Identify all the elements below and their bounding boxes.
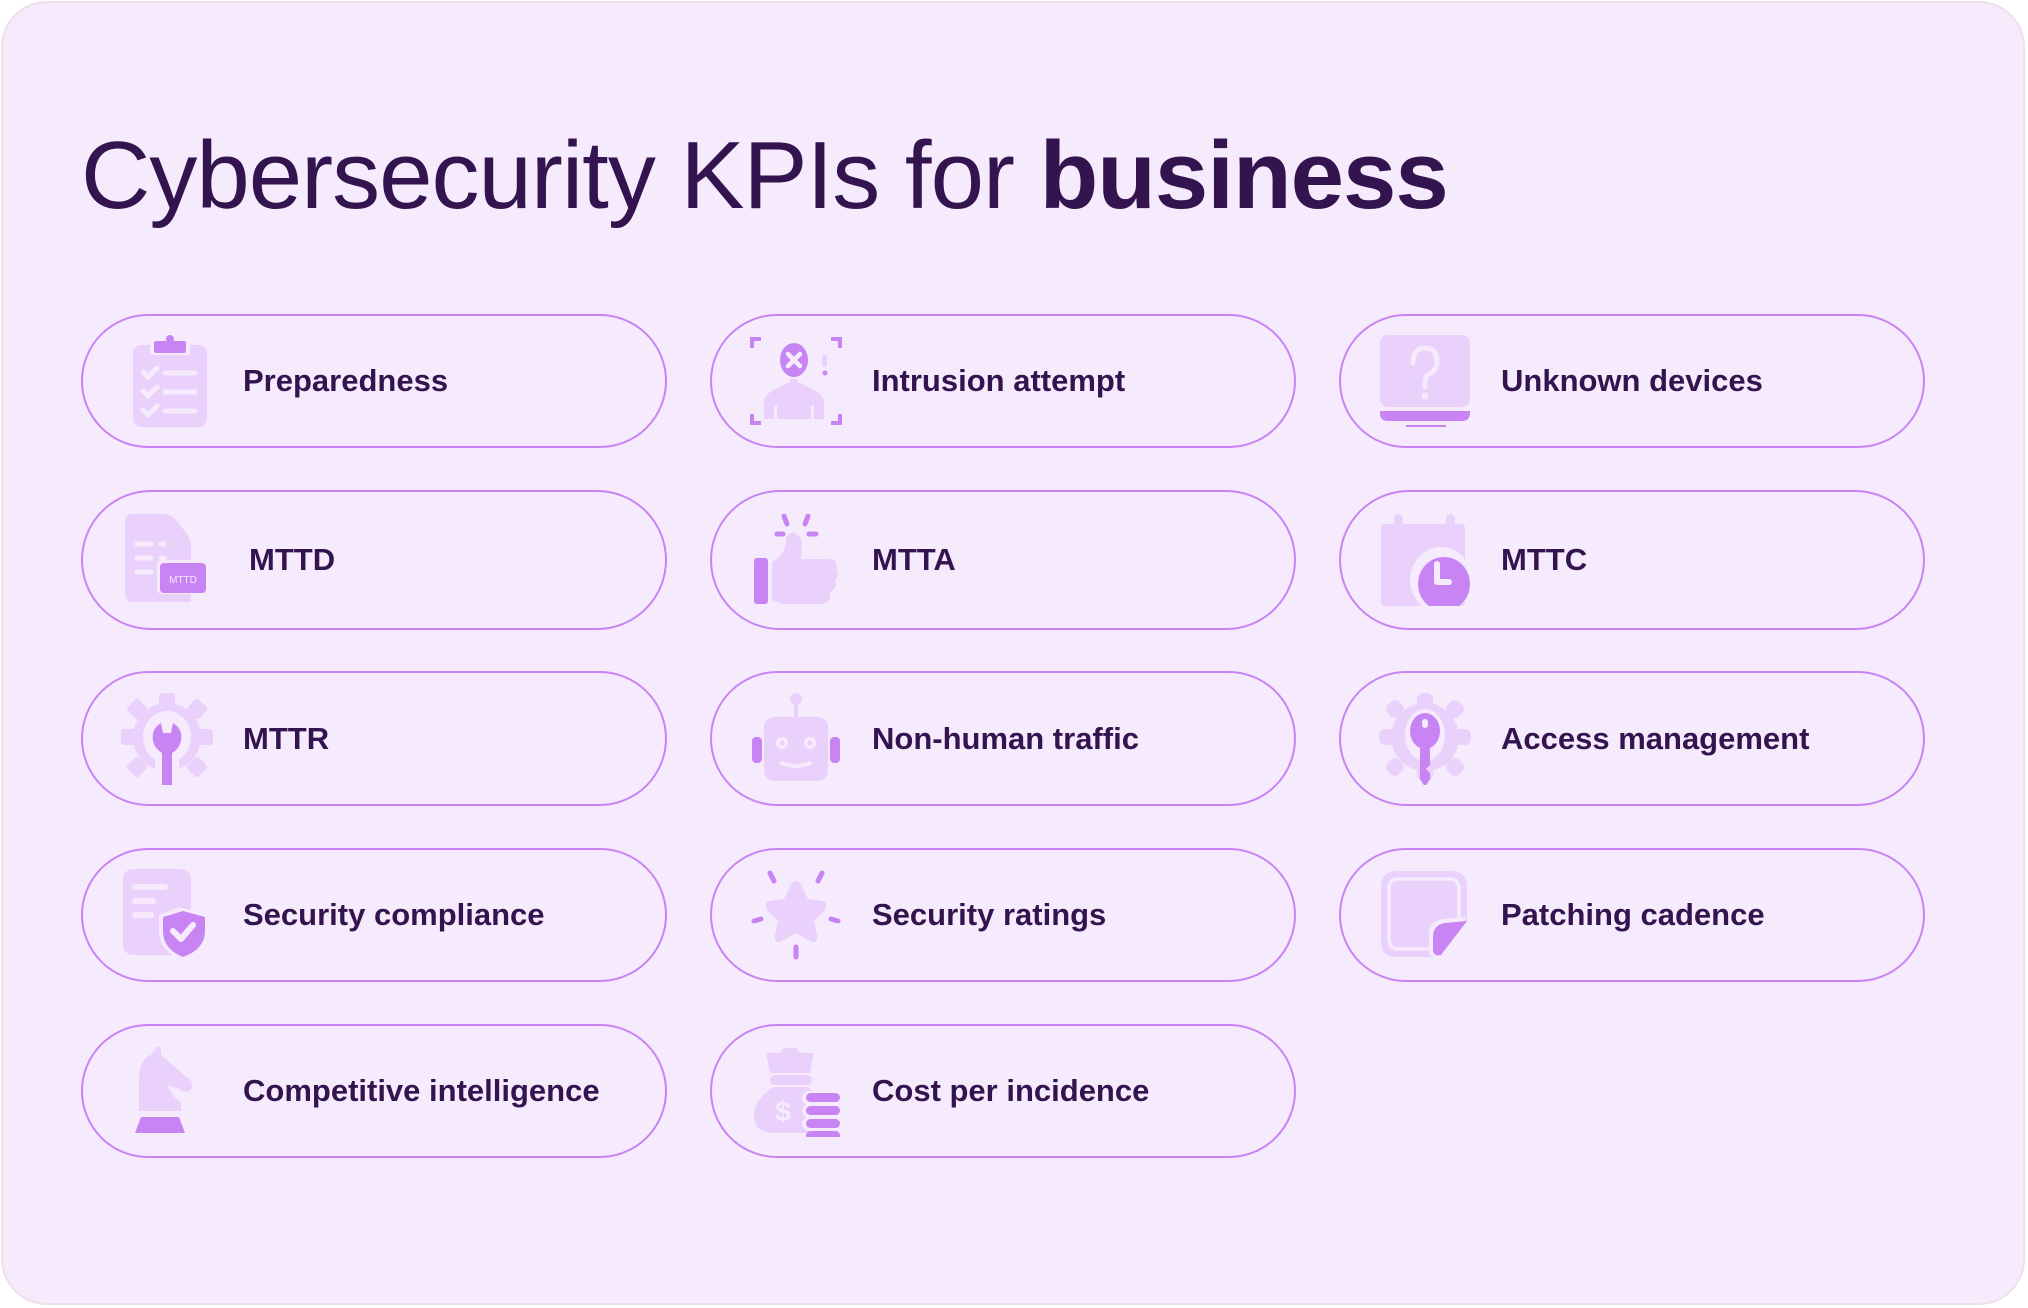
chess-knight-icon	[121, 1045, 213, 1137]
kpi-label: Unknown devices	[1501, 363, 1763, 398]
kpi-label: Security compliance	[243, 897, 545, 932]
kpi-label: Non-human traffic	[872, 720, 1139, 756]
kpi-pill-mttc[interactable]: MTTC	[1339, 490, 1925, 630]
kpi-pill-unknown-devices[interactable]: Unknown devices	[1339, 314, 1925, 448]
monitor-question-icon	[1379, 335, 1471, 427]
page-title: Cybersecurity KPIs for business	[81, 121, 1449, 231]
kpi-pill-preparedness[interactable]: Preparedness	[81, 314, 667, 448]
kpi-label: Competitive intelligence	[243, 1073, 600, 1108]
intruder-face-scan-icon	[750, 335, 842, 427]
calendar-clock-icon	[1379, 514, 1471, 606]
kpi-pill-intrusion-attempt[interactable]: Intrusion attempt	[710, 314, 1296, 448]
kpi-pill-mttd[interactable]: MTTD MTTD	[81, 490, 667, 630]
gear-key-icon	[1379, 692, 1471, 785]
kpi-label: Preparedness	[243, 363, 449, 398]
star-sparkle-icon	[750, 869, 842, 961]
kpi-pill-competitive-intelligence[interactable]: Competitive intelligence	[81, 1024, 667, 1158]
kpi-pill-mttr[interactable]: MTTR	[81, 671, 667, 806]
thumbs-up-icon	[750, 514, 842, 606]
kpi-label: Security ratings	[872, 897, 1107, 932]
kpi-label: Patching cadence	[1501, 897, 1765, 932]
title-bold: business	[1039, 122, 1449, 229]
kpi-pill-security-ratings[interactable]: Security ratings	[710, 848, 1296, 982]
kpi-pill-mtta[interactable]: MTTA	[710, 490, 1296, 630]
document-shield-icon	[121, 869, 213, 961]
kpi-label: MTTC	[1501, 542, 1588, 577]
kpi-pill-patching-cadence[interactable]: Patching cadence	[1339, 848, 1925, 982]
kpi-pill-cost-per-incidence[interactable]: $ Cost per incidence	[710, 1024, 1296, 1158]
kpi-label: Cost per incidence	[872, 1073, 1150, 1108]
kpi-label: Access management	[1501, 720, 1810, 756]
svg-text:$: $	[775, 1096, 791, 1127]
kpi-label: Intrusion attempt	[872, 363, 1126, 398]
kpi-card: Cybersecurity KPIs for business Prepared…	[1, 1, 2025, 1305]
sticky-note-icon	[1379, 869, 1471, 961]
robot-icon	[750, 692, 842, 785]
gear-wrench-icon	[121, 692, 213, 785]
kpi-pill-non-human-traffic[interactable]: Non-human traffic	[710, 671, 1296, 806]
title-regular: Cybersecurity KPIs for	[81, 122, 1040, 229]
money-bag-coins-icon: $	[750, 1045, 842, 1137]
kpi-pill-security-compliance[interactable]: Security compliance	[81, 848, 667, 982]
kpi-label: MTTD	[249, 542, 336, 577]
kpi-label: MTTR	[243, 720, 330, 756]
kpi-label: MTTA	[872, 542, 956, 577]
document-mttd-icon: MTTD	[121, 514, 213, 606]
kpi-pill-access-management[interactable]: Access management	[1339, 671, 1925, 806]
clipboard-checklist-icon	[121, 335, 213, 427]
mttd-icon-text: MTTD	[169, 575, 197, 586]
